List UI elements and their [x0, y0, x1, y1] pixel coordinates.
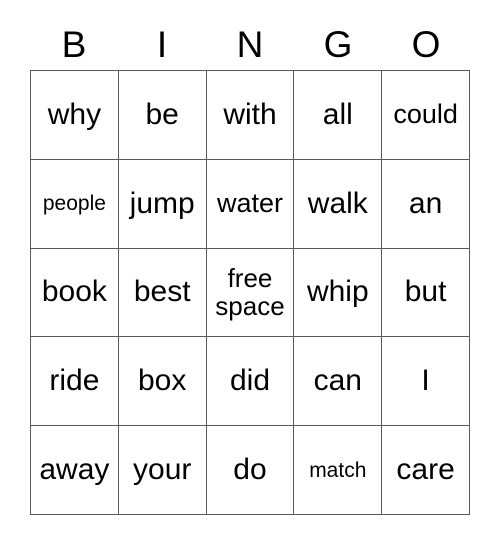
- bingo-cell-label: an: [408, 186, 443, 220]
- bingo-cell-label: match: [309, 458, 367, 482]
- bingo-cell-label: people: [42, 192, 106, 216]
- bingo-cell-label: but: [404, 275, 447, 309]
- bingo-cell-label: why: [47, 97, 102, 131]
- bingo-cell[interactable]: box: [118, 337, 207, 427]
- bingo-header: B I N G O: [30, 18, 470, 70]
- bingo-cell[interactable]: away: [31, 426, 119, 515]
- header-letter-o: O: [411, 23, 441, 65]
- header-letter-i: I: [156, 23, 168, 65]
- bingo-cell-label: can: [313, 364, 362, 398]
- bingo-cell-label: book: [41, 275, 107, 309]
- bingo-cell[interactable]: all: [294, 71, 383, 160]
- bingo-cell-label: did: [229, 364, 271, 398]
- bingo-cell[interactable]: be: [118, 71, 207, 160]
- bingo-cell[interactable]: why: [31, 71, 119, 160]
- bingo-cell[interactable]: people: [31, 159, 119, 249]
- bingo-cell[interactable]: jump: [118, 159, 207, 249]
- bingo-cell[interactable]: did: [206, 337, 295, 427]
- header-letter-g: G: [323, 23, 353, 65]
- bingo-cell[interactable]: I: [382, 337, 470, 427]
- bingo-cell[interactable]: an: [382, 159, 470, 249]
- bingo-cell[interactable]: whip: [294, 248, 383, 338]
- bingo-cell-label: free space: [215, 263, 285, 322]
- bingo-cell-label: your: [133, 453, 192, 487]
- bingo-cell-label: do: [233, 453, 267, 487]
- bingo-cell-label: be: [145, 97, 179, 131]
- bingo-cell[interactable]: walk: [294, 159, 383, 249]
- header-letter-n: N: [236, 23, 264, 65]
- bingo-cell-label: box: [138, 364, 187, 398]
- bingo-cell[interactable]: but: [382, 248, 470, 338]
- bingo-cell[interactable]: care: [382, 426, 470, 515]
- bingo-cell-label: walk: [307, 186, 368, 220]
- bingo-cell[interactable]: best: [118, 248, 207, 338]
- bingo-cell-label: could: [393, 99, 458, 130]
- bingo-cell-label: with: [223, 97, 277, 131]
- bingo-cell[interactable]: could: [382, 71, 470, 160]
- bingo-cell-label: I: [421, 364, 430, 398]
- bingo-cell-label: ride: [49, 364, 100, 398]
- bingo-grid: why be with all could people jump water walk an bo…: [30, 70, 470, 515]
- bingo-cell[interactable]: book: [31, 248, 119, 338]
- bingo-card: B I N G O why be with all could people jump wat…: [0, 0, 500, 544]
- bingo-cell[interactable]: with: [206, 71, 295, 160]
- header-letter-b: B: [61, 23, 87, 65]
- bingo-cell[interactable]: your: [118, 426, 207, 515]
- bingo-cell-label: best: [133, 275, 191, 309]
- bingo-cell[interactable]: do: [206, 426, 295, 515]
- bingo-cell[interactable]: match: [294, 426, 383, 515]
- bingo-cell[interactable]: ride: [31, 337, 119, 427]
- bingo-cell[interactable]: can: [294, 337, 383, 427]
- bingo-cell-label: away: [39, 453, 110, 487]
- bingo-cell-free-space[interactable]: free space: [206, 248, 295, 338]
- bingo-cell-label: jump: [129, 186, 195, 220]
- bingo-cell-label: all: [322, 97, 353, 131]
- bingo-cell[interactable]: water: [206, 159, 295, 249]
- bingo-cell-label: whip: [306, 275, 369, 309]
- bingo-cell-label: care: [396, 453, 455, 487]
- bingo-cell-label: water: [216, 188, 283, 219]
